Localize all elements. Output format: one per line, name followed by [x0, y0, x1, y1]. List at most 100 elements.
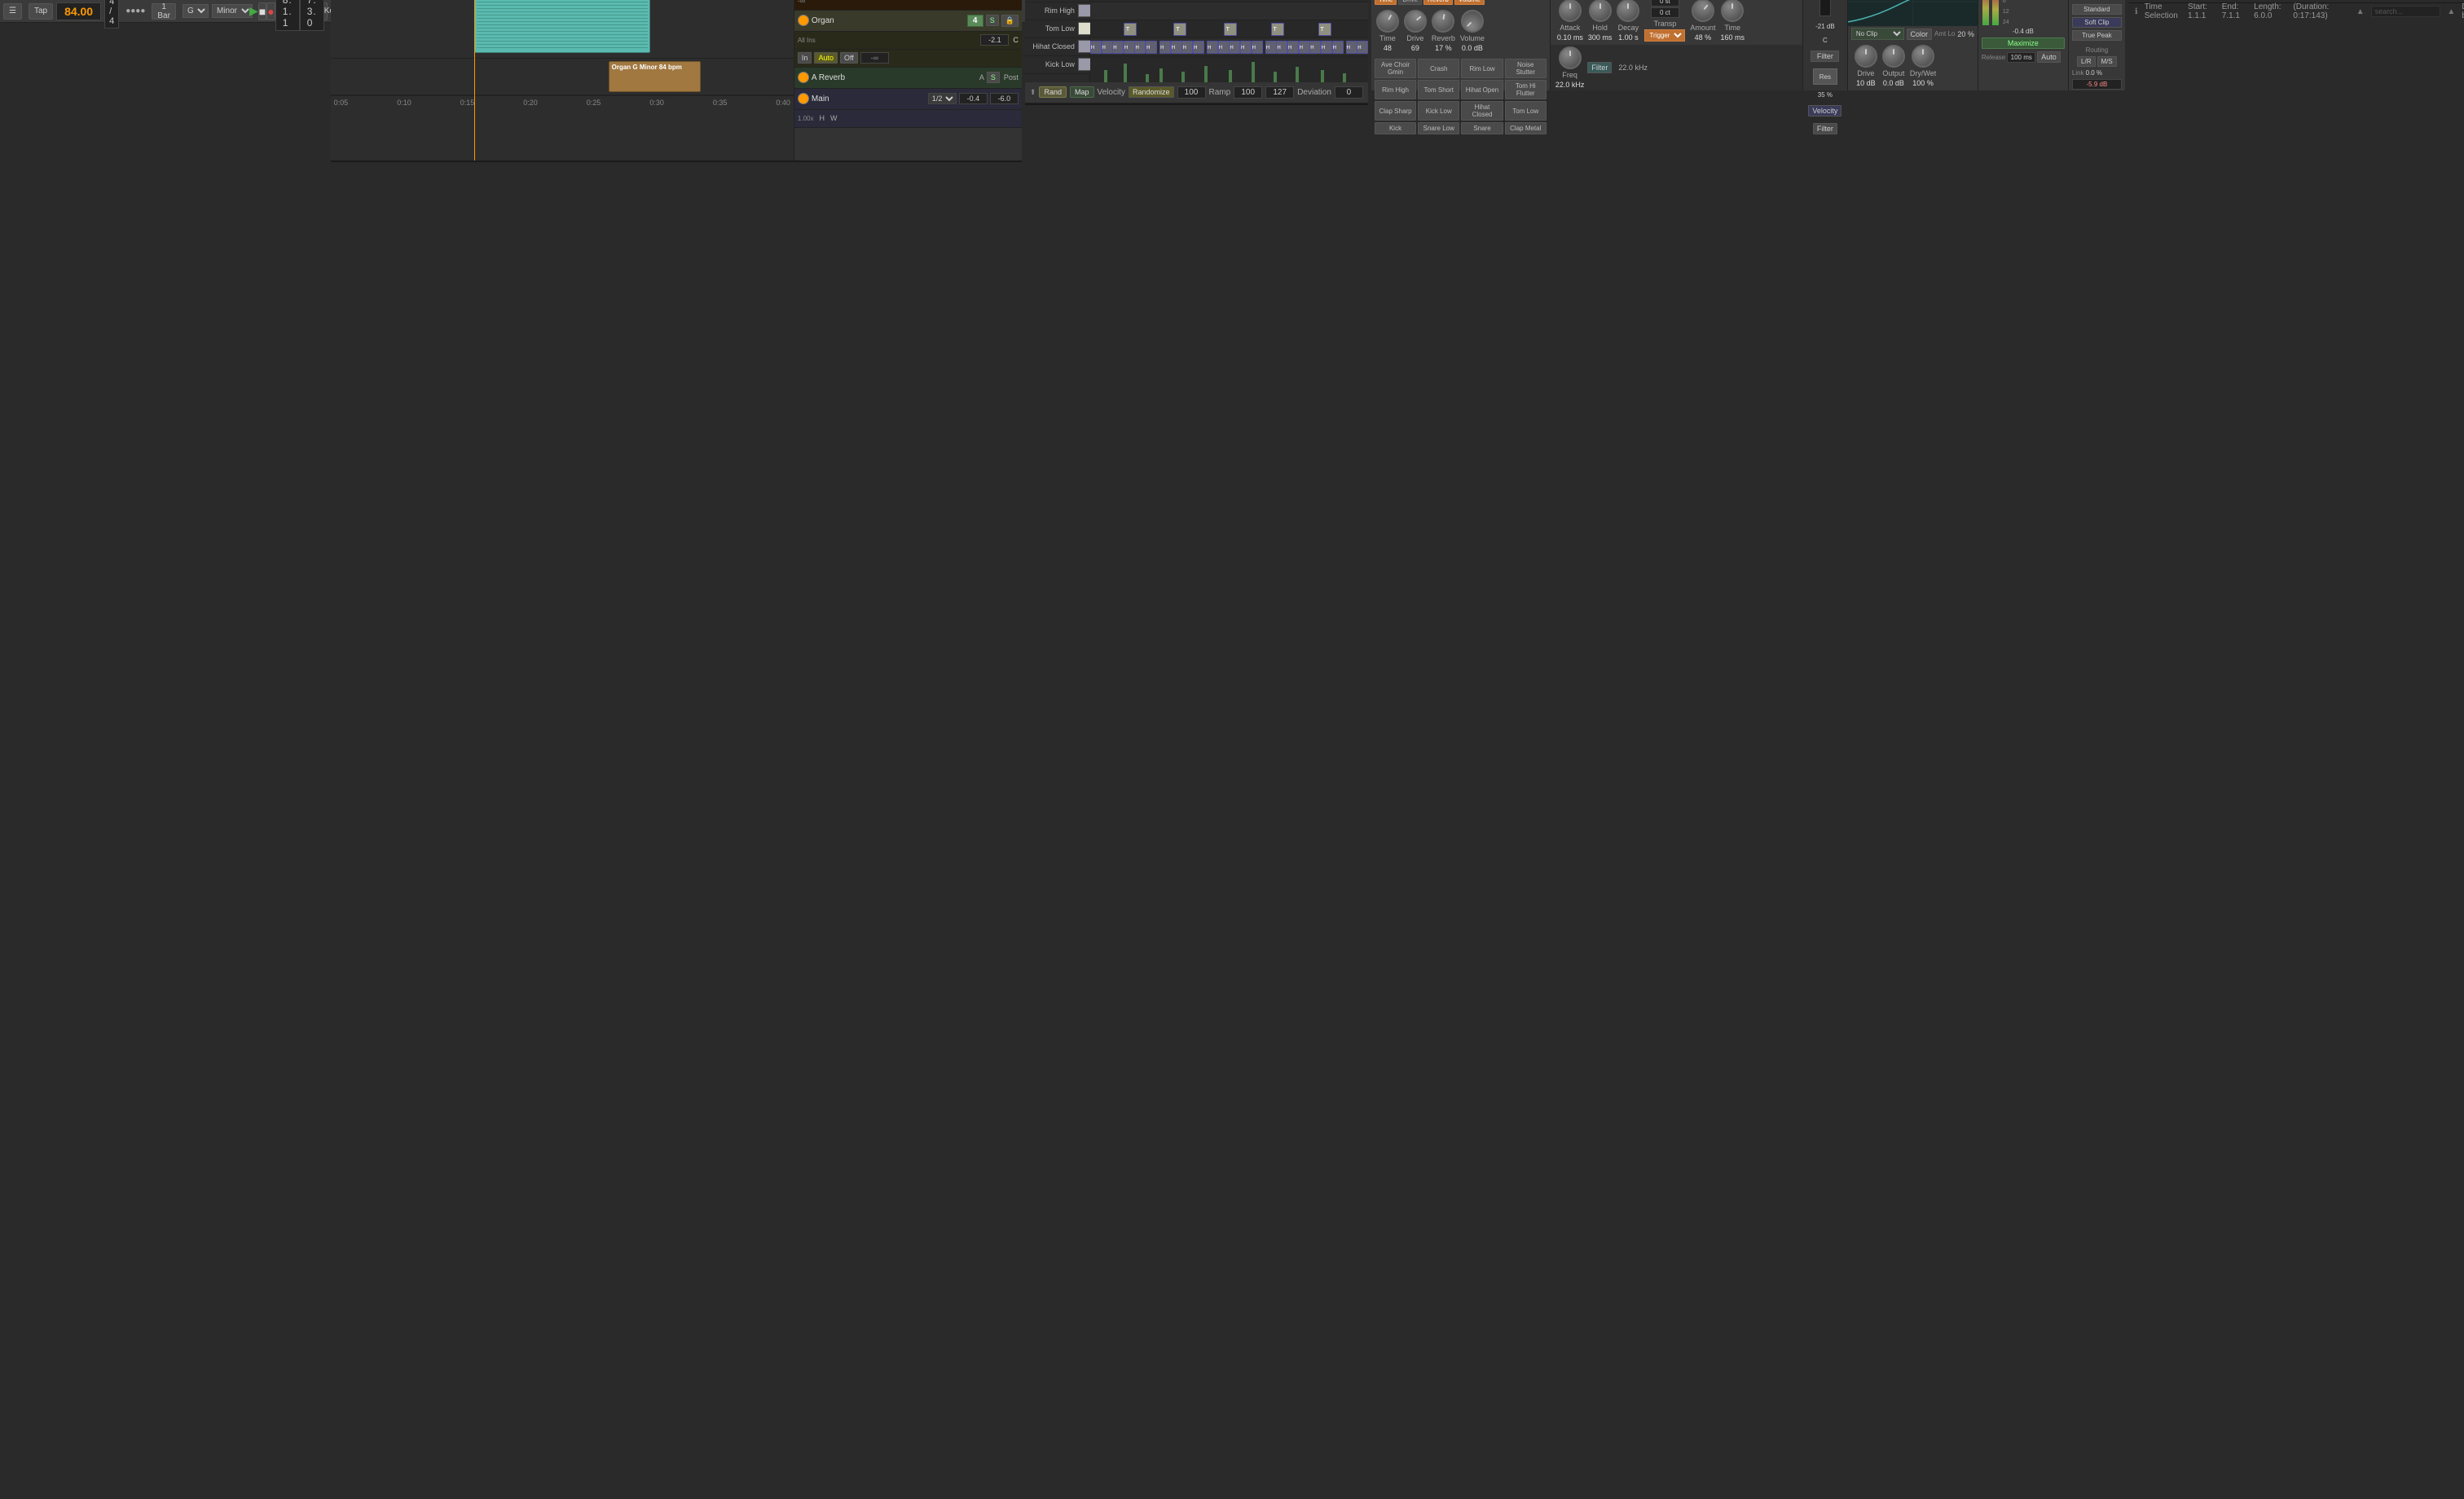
note-hc16[interactable]: H: [1265, 41, 1277, 54]
note-hc23[interactable]: H: [1346, 41, 1357, 54]
record-btn[interactable]: ●: [266, 2, 275, 20]
ch4-vol[interactable]: -2.1: [980, 34, 1009, 46]
ramp-to[interactable]: 127: [1265, 86, 1294, 99]
decay-knob[interactable]: [1617, 0, 1639, 22]
main-vol2[interactable]: -6.0: [990, 93, 1019, 104]
drive-btn[interactable]: Drive: [1398, 0, 1422, 5]
tempo-display[interactable]: 84.00: [56, 2, 101, 20]
pad-ave-choir[interactable]: Ave Choir Gmin: [1375, 59, 1416, 78]
clip-piano-1[interactable]: [474, 0, 650, 53]
search-field[interactable]: search...: [2371, 6, 2441, 17]
pad-hihat-closed[interactable]: Hihat Closed: [1461, 101, 1503, 121]
pad-hihat-open[interactable]: Hihat Open: [1461, 80, 1503, 99]
note-hc6[interactable]: H: [1146, 41, 1157, 54]
ch4-s[interactable]: S: [986, 15, 999, 26]
note-hc22[interactable]: H: [1332, 41, 1344, 54]
rim-high-pad[interactable]: [1078, 4, 1091, 17]
reverb-btn[interactable]: Reverb: [1423, 0, 1453, 5]
hold-knob[interactable]: [1589, 0, 1612, 22]
clip-organ[interactable]: Organ G Minor 84 bpm: [609, 61, 702, 92]
sat-drive-knob[interactable]: [1855, 45, 1877, 68]
transp-field[interactable]: 0 st: [1651, 0, 1679, 7]
reverb-power[interactable]: [798, 72, 809, 83]
filter-toggle[interactable]: Filter: [1811, 51, 1839, 62]
stop-btn[interactable]: ■: [258, 2, 266, 20]
drive-knob[interactable]: [1399, 5, 1431, 37]
note-hc10[interactable]: H: [1193, 41, 1204, 54]
drum-grid[interactable]: H H H H H T T T T T T: [1090, 0, 1368, 82]
time-sig[interactable]: 4 / 4: [104, 0, 119, 29]
pad-kick-low[interactable]: Kick Low: [1418, 101, 1459, 121]
volume-fader[interactable]: [1819, 0, 1831, 16]
velocity-value[interactable]: 100: [1177, 86, 1206, 99]
release-value[interactable]: 100 ms: [2007, 52, 2035, 63]
pad-tom-hi[interactable]: Tom Hi Flutter: [1505, 80, 1547, 99]
play-btn[interactable]: ▶ ■ ● 8. 1. 1 7. 3. 0 Key 48.0 kHz 8 % ⋮…: [308, 2, 328, 20]
note-hc15[interactable]: H: [1252, 41, 1263, 54]
pad-crash[interactable]: Crash: [1418, 59, 1459, 78]
detune-field[interactable]: 0 ct: [1651, 7, 1679, 18]
note-hc8[interactable]: H: [1171, 41, 1182, 54]
volume-knob[interactable]: [1456, 5, 1489, 37]
ch4-auto-in[interactable]: In: [798, 52, 812, 64]
note-tl3[interactable]: T: [1224, 23, 1237, 36]
note-hc5[interactable]: H: [1134, 41, 1146, 54]
hihat-closed-pad[interactable]: [1078, 40, 1091, 53]
attack-knob[interactable]: [1559, 0, 1582, 22]
routing-lr[interactable]: L/R: [2077, 56, 2095, 67]
maximize-btn[interactable]: Maximize: [1982, 37, 2065, 49]
reverb-knob[interactable]: [1430, 8, 1456, 34]
note-hc20[interactable]: H: [1309, 41, 1321, 54]
time-btn[interactable]: Time: [1375, 0, 1397, 5]
note-hc14[interactable]: H: [1240, 41, 1252, 54]
kick-low-row[interactable]: 127 64 1: [1090, 56, 1368, 82]
standard-btn[interactable]: Standard: [2072, 4, 2122, 15]
pad-rim-low[interactable]: Rim Low: [1461, 59, 1503, 78]
track-clips-organ[interactable]: Organ G Minor 84 bpm: [331, 59, 794, 95]
pad-clap-sharp[interactable]: Clap Sharp: [1375, 101, 1416, 121]
time-sampler-knob[interactable]: [1721, 0, 1744, 22]
note-hc13[interactable]: H: [1229, 41, 1240, 54]
tom-low-row[interactable]: T T T T T: [1090, 20, 1368, 38]
color-btn[interactable]: Color: [1907, 29, 1933, 40]
scale-select[interactable]: Minor: [212, 4, 253, 18]
note-tl5[interactable]: T: [1318, 23, 1331, 36]
pad-snare-low[interactable]: Snare Low: [1418, 122, 1459, 134]
sat-drywet-knob[interactable]: [1912, 45, 1934, 68]
note-tl2[interactable]: T: [1173, 23, 1186, 36]
auto-btn[interactable]: Auto: [2037, 51, 2061, 63]
deviation-value[interactable]: 0: [1335, 86, 1363, 99]
pad-snare[interactable]: Snare: [1461, 122, 1503, 134]
volume-btn[interactable]: Volume: [1454, 0, 1485, 5]
note-tl4[interactable]: T: [1271, 23, 1284, 36]
note-hc12[interactable]: H: [1218, 41, 1230, 54]
note-hc2[interactable]: H: [1102, 41, 1113, 54]
ch4-num[interactable]: 4: [967, 15, 983, 27]
hihat-closed-row[interactable]: H H H H H H H H H H H H H H H H H: [1090, 38, 1368, 56]
loop-length-btn[interactable]: 1 Bar: [152, 3, 176, 20]
note-hc19[interactable]: H: [1299, 41, 1310, 54]
randomize-btn[interactable]: Randomize: [1129, 86, 1174, 98]
main-vol[interactable]: -0.4: [959, 93, 988, 104]
soft-clip-btn[interactable]: Soft Clip: [2072, 17, 2122, 28]
rand-btn[interactable]: Rand: [1039, 86, 1067, 98]
pad-kick[interactable]: Kick: [1375, 122, 1416, 134]
tap-btn[interactable]: Tap: [29, 3, 53, 20]
note-hc21[interactable]: H: [1321, 41, 1332, 54]
velocity-filter-btn[interactable]: Velocity: [1808, 105, 1841, 116]
note-hc11[interactable]: H: [1207, 41, 1218, 54]
filter-btn[interactable]: Filter: [1587, 62, 1612, 73]
tom-low-pad[interactable]: [1078, 22, 1091, 35]
no-clip-select[interactable]: No Clip: [1851, 28, 1904, 40]
note-hc24[interactable]: H: [1357, 41, 1368, 54]
ch4-auto-toggle[interactable]: Auto: [814, 52, 838, 64]
ch4-off[interactable]: Off: [840, 52, 858, 64]
pad-tom-short[interactable]: Tom Short: [1418, 80, 1459, 99]
note-hc7[interactable]: H: [1159, 41, 1171, 54]
main-routing[interactable]: 1/2: [928, 93, 957, 104]
pad-noise[interactable]: Noise Stutter: [1505, 59, 1547, 78]
note-hc3[interactable]: H: [1112, 41, 1124, 54]
note-hc1[interactable]: H: [1090, 41, 1102, 54]
note-tl1[interactable]: T: [1124, 23, 1137, 36]
res-display[interactable]: Res: [1813, 68, 1837, 85]
